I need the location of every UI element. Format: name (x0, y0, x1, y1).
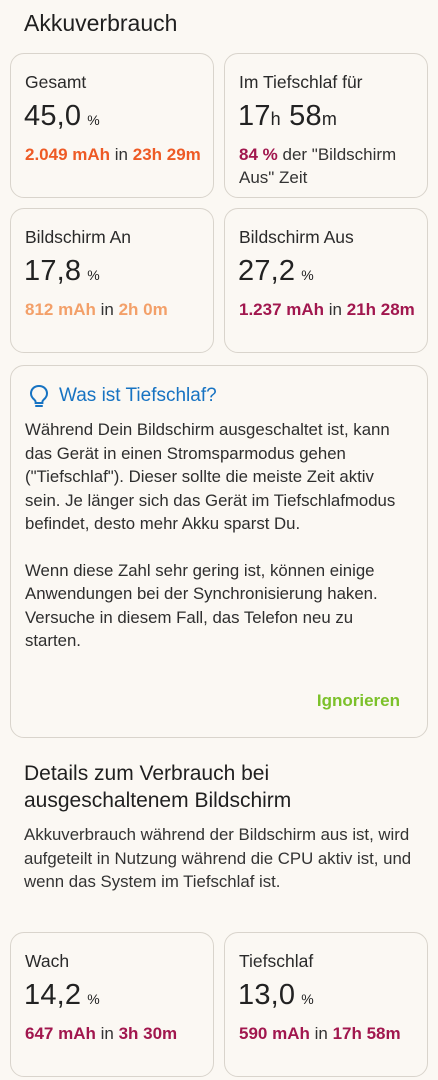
duration-value: 3h 30m (118, 1024, 178, 1043)
card-label: Gesamt (25, 72, 87, 92)
in-label: in (100, 300, 114, 319)
in-label: in (314, 1024, 328, 1043)
minutes-value: 58 (289, 100, 322, 132)
card-label: Tiefschlaf (239, 951, 314, 971)
deep-sleep-info-card: Was ist Tiefschlaf? Während Dein Bildsch… (10, 365, 428, 738)
percent-unit: % (87, 991, 100, 1007)
details-description: Akkuverbrauch während der Bildschirm aus… (24, 825, 412, 891)
card-detail: 812 mAh in 2h 0m (25, 298, 203, 321)
tip-paragraph-2: Wenn diese Zahl sehr gering ist, können … (25, 560, 378, 651)
tip-header: Was ist Tiefschlaf? (29, 384, 217, 408)
card-value: 13,0% (238, 979, 314, 1012)
card-value: 17,8% (24, 255, 100, 288)
card-detail: 1.237 mAh in 21h 28m (239, 298, 417, 321)
minutes-unit: m (321, 109, 338, 129)
duration-value: 21h 28m (346, 300, 415, 319)
tip-title: Was ist Tiefschlaf? (59, 385, 217, 406)
in-label: in (114, 145, 129, 164)
section-title-battery-usage: Akkuverbrauch (24, 10, 178, 36)
card-value: 17h 58m (238, 100, 337, 133)
percent-value: 45,0 (24, 100, 82, 132)
card-total[interactable]: Gesamt 45,0% 2.049 mAh in 23h 29m (10, 53, 214, 198)
card-label: Bildschirm Aus (239, 227, 354, 247)
mah-value: 1.237 mAh (239, 300, 325, 319)
card-detail: 2.049 mAh in 23h 29m (25, 143, 203, 166)
mah-value: 2.049 mAh (25, 145, 111, 164)
dismiss-button[interactable]: Ignorieren (317, 691, 400, 711)
mah-value: 812 mAh (25, 300, 96, 319)
hours-value: 17 (238, 100, 271, 132)
card-value: 45,0% (24, 100, 100, 133)
card-label: Wach (25, 951, 70, 971)
card-label: Im Tiefschlaf für (239, 72, 363, 92)
percent-value: 17,8 (24, 255, 82, 287)
details-section-title: Details zum Verbrauch bei ausgeschaltene… (24, 762, 292, 812)
duration-value: 2h 0m (118, 300, 168, 319)
card-value: 27,2% (238, 255, 314, 288)
lightbulb-icon (29, 384, 49, 408)
duration-value: 17h 58m (332, 1024, 401, 1043)
percent-unit: % (87, 112, 100, 128)
tip-paragraph-1: Während Dein Bildschirm ausgeschaltet is… (25, 420, 396, 533)
duration-value: 23h 29m (132, 145, 201, 164)
percent-unit: % (87, 267, 100, 283)
card-screen-on[interactable]: Bildschirm An 17,8% 812 mAh in 2h 0m (10, 208, 214, 353)
card-detail: 590 mAh in 17h 58m (239, 1022, 417, 1045)
card-screen-off[interactable]: Bildschirm Aus 27,2% 1.237 mAh in 21h 28… (224, 208, 428, 353)
percent-unit: % (301, 267, 314, 283)
percent-value: 14,2 (24, 979, 82, 1011)
mah-value: 647 mAh (25, 1024, 96, 1043)
card-detail: 647 mAh in 3h 30m (25, 1022, 203, 1045)
percent-value: 27,2 (238, 255, 296, 287)
percent-unit: % (301, 991, 314, 1007)
hours-unit: h (270, 109, 281, 129)
card-detail: 84 % der "Bildschirm Aus" Zeit (239, 143, 417, 189)
card-label: Bildschirm An (25, 227, 132, 247)
percent-value: 13,0 (238, 979, 296, 1011)
in-label: in (328, 300, 343, 319)
percent-of-screen-off: 84 % (239, 145, 278, 164)
card-value: 14,2% (24, 979, 100, 1012)
card-deep-sleep[interactable]: Im Tiefschlaf für 17h 58m 84 % der "Bild… (224, 53, 428, 198)
card-sleep[interactable]: Tiefschlaf 13,0% 590 mAh in 17h 58m (224, 932, 428, 1077)
mah-value: 590 mAh (239, 1024, 310, 1043)
card-awake[interactable]: Wach 14,2% 647 mAh in 3h 30m (10, 932, 214, 1077)
in-label: in (100, 1024, 114, 1043)
tip-body: Während Dein Bildschirm ausgeschaltet is… (25, 418, 413, 676)
